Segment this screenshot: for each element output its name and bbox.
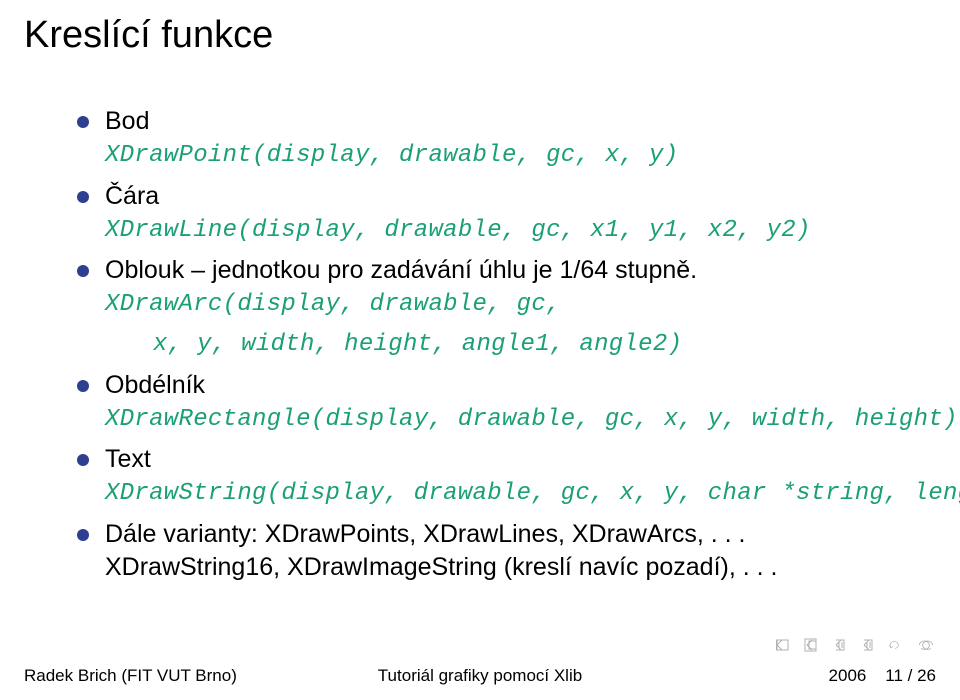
footer-title: Tutoriál grafiky pomocí Xlib [378, 666, 582, 686]
code-xdrawstring: XDrawString(display, drawable, gc, x, y,… [75, 478, 920, 510]
footer: Radek Brich (FIT VUT Brno) Tutoriál graf… [24, 666, 936, 686]
footer-page: 2006 11 / 26 [829, 666, 936, 686]
bullet-variants: Dále varianty: XDrawPoints, XDrawLines, … [75, 518, 920, 584]
code-xdrawline: XDrawLine(display, drawable, gc, x1, y1,… [75, 215, 920, 247]
bullet-label: Obdélník [105, 371, 205, 399]
bullet-cara: Čára [75, 180, 920, 213]
code-xdrawrectangle: XDrawRectangle(display, drawable, gc, x,… [75, 404, 920, 436]
nav-undo-icon[interactable] [888, 638, 902, 652]
bullet-obdelnik: Obdélník [75, 369, 920, 402]
bullet-label: Dále varianty: XDrawPoints, XDrawLines, … [105, 520, 777, 581]
bullet-label: Bod [105, 107, 149, 135]
slide-content: Bod XDrawPoint(display, drawable, gc, x,… [75, 105, 920, 586]
nav-back-icon[interactable] [832, 638, 846, 652]
nav-prev-icon[interactable] [804, 638, 818, 652]
code-xdrawpoint: XDrawPoint(display, drawable, gc, x, y) [75, 140, 920, 172]
bullet-suffix: – jednotkou pro zadávání úhlu je 1/64 st… [184, 256, 697, 284]
footer-author: Radek Brich (FIT VUT Brno) [24, 666, 237, 686]
nav-icons [776, 638, 936, 652]
bullet-label: Oblouk [105, 256, 184, 284]
bullet-oblouk: Oblouk – jednotkou pro zadávání úhlu je … [75, 254, 920, 287]
bullet-label: Text [105, 445, 151, 473]
slide-title: Kreslící funkce [24, 14, 273, 57]
code-xdrawarc-line2: x, y, width, height, angle1, angle2) [75, 329, 920, 361]
code-xdrawarc-line1: XDrawArc(display, drawable, gc, [75, 289, 920, 321]
nav-forward-icon[interactable] [860, 638, 874, 652]
bullet-text: Text [75, 443, 920, 476]
footer-pagenum: 11 / 26 [885, 666, 936, 685]
footer-year: 2006 [829, 666, 867, 685]
bullet-label: Čára [105, 182, 159, 210]
bullet-bod: Bod [75, 105, 920, 138]
nav-first-icon[interactable] [776, 638, 790, 652]
nav-cycle-icon[interactable] [916, 638, 936, 652]
